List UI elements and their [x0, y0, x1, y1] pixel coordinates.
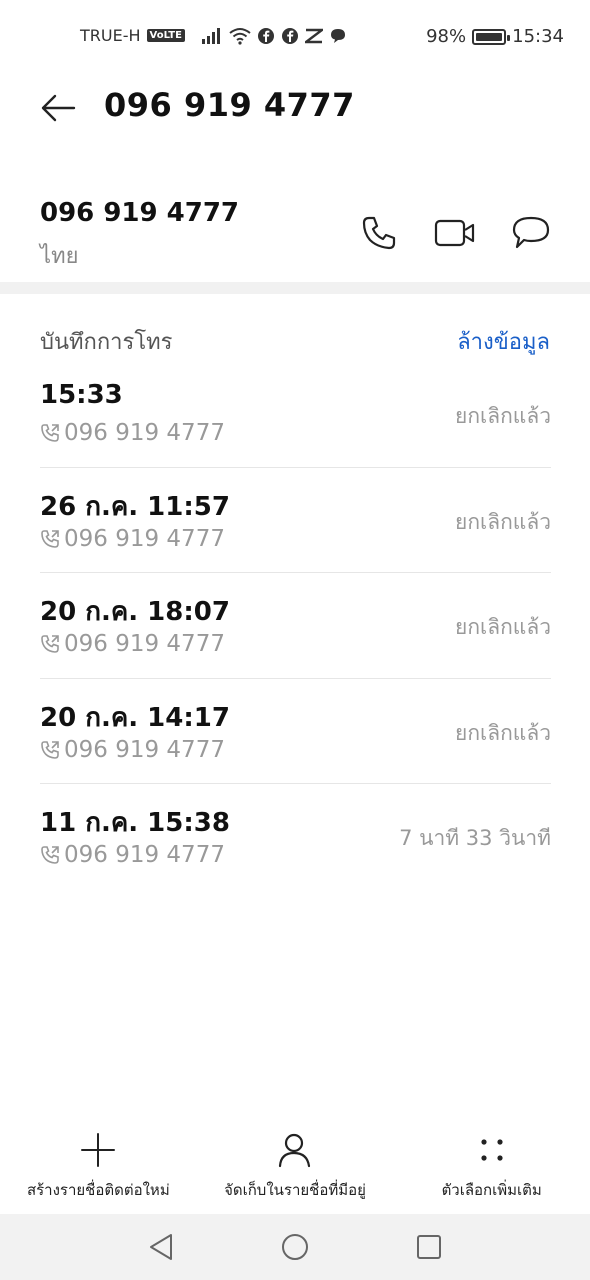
back-arrow-icon: [41, 94, 76, 122]
save-existing-label: จัดเก็บในรายชื่อที่มีอยู่: [224, 1181, 366, 1199]
call-status: ยกเลิกแล้ว: [455, 404, 551, 428]
call-time: 15:33: [40, 380, 123, 410]
call-time: 11 ก.ค. 15:38: [40, 808, 230, 838]
contact-number: 096 919 4777: [40, 198, 240, 228]
more-options-label: ตัวเลือกเพิ่มเติม: [441, 1181, 542, 1199]
outgoing-call-icon: [41, 529, 59, 548]
clock: 15:34: [512, 26, 564, 47]
contact-summary: 096 919 4777 ไทย: [0, 190, 590, 280]
battery-icon: [472, 28, 511, 45]
call-log-row[interactable]: 20 ก.ค. 14:17 096 919 4777 ยกเลิกแล้ว: [40, 679, 551, 784]
plus-icon: [81, 1133, 116, 1167]
call-log-row[interactable]: 11 ก.ค. 15:38 096 919 4777 7 นาที 33 วิน…: [40, 784, 551, 890]
status-left: TRUE-H VoLTE: [80, 26, 347, 45]
status-bar: TRUE-H VoLTE 98% 15:34: [0, 0, 590, 76]
back-button[interactable]: [38, 88, 78, 128]
save-existing-contact-button[interactable]: จัดเก็บในรายชื่อที่มีอยู่: [197, 1130, 394, 1210]
message-bubble-icon: [512, 216, 550, 249]
capcut-icon: [304, 28, 323, 43]
call-status: ยกเลิกแล้ว: [455, 720, 551, 745]
call-status: ยกเลิกแล้ว: [455, 615, 551, 639]
nav-recents-button[interactable]: [412, 1230, 446, 1264]
more-dots-icon: [481, 1139, 503, 1161]
circle-home-icon: [282, 1234, 308, 1260]
call-time: 20 ก.ค. 18:07: [40, 597, 230, 627]
wifi-icon: [229, 27, 251, 45]
status-right: 98% 15:34: [426, 26, 564, 47]
signal-icon: [201, 27, 220, 44]
more-options-button[interactable]: ตัวเลือกเพิ่มเติม: [393, 1130, 590, 1210]
call-sub: 096 919 4777: [40, 526, 225, 552]
triangle-back-icon: [150, 1234, 172, 1260]
new-contact-label: สร้างรายชื่อติดต่อใหม่: [26, 1181, 170, 1199]
clear-data-link[interactable]: ล้างข้อมูล: [457, 324, 550, 359]
call-number: 096 919 4777: [64, 525, 225, 552]
call-number: 096 919 4777: [64, 420, 225, 446]
call-number: 096 919 4777: [64, 842, 225, 868]
call-status: ยกเลิกแล้ว: [455, 509, 551, 534]
call-number: 096 919 4777: [64, 736, 225, 763]
video-camera-icon: [434, 219, 475, 247]
call-sub: 096 919 4777: [40, 631, 225, 657]
message-button[interactable]: [510, 212, 552, 254]
call-time: 20 ก.ค. 14:17: [40, 702, 230, 733]
app-header: 096 919 4777: [0, 82, 590, 130]
call-status: 7 นาที 33 วินาที: [399, 826, 551, 850]
call-log-row[interactable]: 20 ก.ค. 18:07 096 919 4777 ยกเลิกแล้ว: [40, 573, 551, 679]
call-log-row[interactable]: 26 ก.ค. 11:57 096 919 4777 ยกเลิกแล้ว: [40, 468, 551, 573]
call-log-header: บันทึกการโทร ล้างข้อมูล: [40, 322, 550, 356]
chat-bubble-icon: [330, 28, 345, 43]
battery-percent: 98%: [426, 26, 467, 47]
phone-icon: [362, 216, 396, 250]
outgoing-call-icon: [41, 846, 59, 864]
volte-badge: VoLTE: [146, 29, 185, 42]
call-log-row[interactable]: 15:33 096 919 4777 ยกเลิกแล้ว: [40, 362, 551, 468]
nav-home-button[interactable]: [278, 1230, 312, 1264]
person-icon: [278, 1133, 311, 1168]
carrier-label: TRUE-H: [80, 26, 141, 45]
call-sub: 096 919 4777: [40, 420, 225, 446]
section-divider: [0, 282, 590, 294]
call-sub: 096 919 4777: [40, 842, 225, 868]
facebook-icon: [257, 27, 274, 44]
call-number: 096 919 4777: [64, 631, 225, 657]
bottom-toolbar: สร้างรายชื่อติดต่อใหม่ จัดเก็บในรายชื่อท…: [0, 1130, 590, 1210]
system-nav-bar: [0, 1214, 590, 1280]
contact-actions: [358, 212, 552, 254]
contact-region: ไทย: [40, 244, 79, 269]
outgoing-call-icon: [41, 740, 59, 759]
voice-call-button[interactable]: [358, 212, 400, 254]
video-call-button[interactable]: [434, 212, 476, 254]
outgoing-call-icon: [41, 635, 59, 653]
call-log-title: บันทึกการโทร: [40, 330, 173, 355]
square-recents-icon: [417, 1235, 441, 1259]
call-log-list: 15:33 096 919 4777 ยกเลิกแล้ว 26 ก.ค. 11…: [40, 362, 551, 890]
page-title: 096 919 4777: [104, 86, 355, 124]
call-sub: 096 919 4777: [40, 737, 225, 763]
call-time: 26 ก.ค. 11:57: [40, 491, 230, 522]
outgoing-call-icon: [41, 424, 59, 442]
new-contact-button[interactable]: สร้างรายชื่อติดต่อใหม่: [0, 1130, 197, 1210]
nav-back-button[interactable]: [144, 1230, 178, 1264]
facebook-icon-2: [281, 27, 298, 44]
